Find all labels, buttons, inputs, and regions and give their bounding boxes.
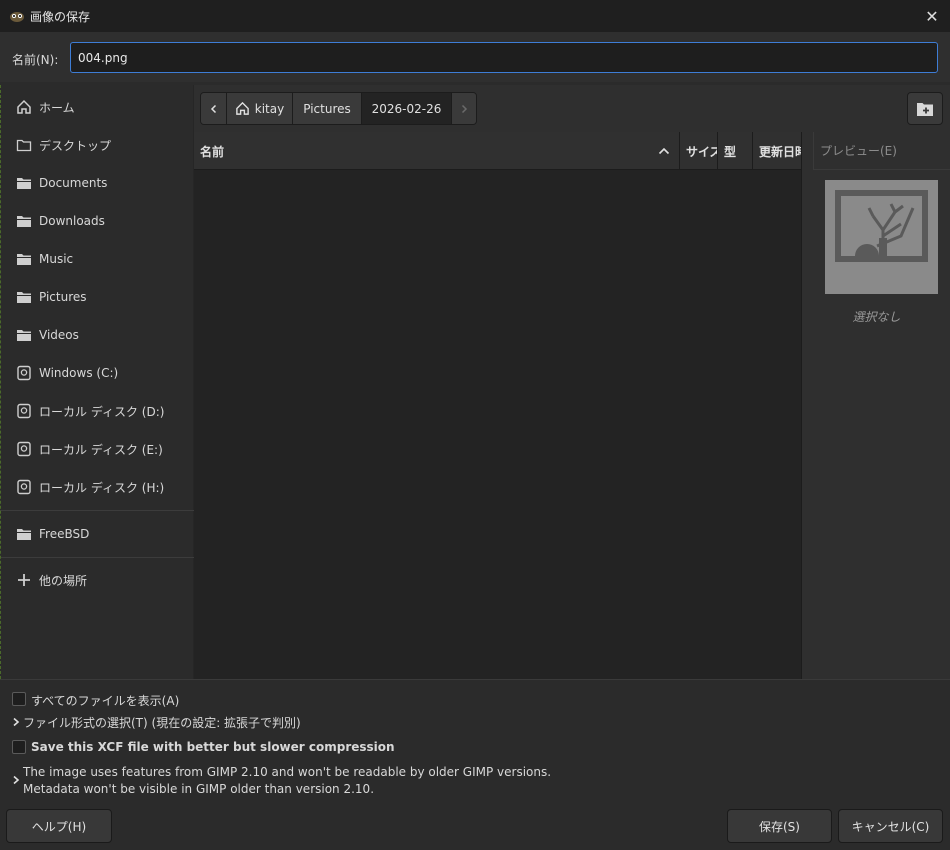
path-segment-label: kitay	[254, 101, 285, 116]
sidebar-item-music[interactable]: Music	[0, 242, 194, 276]
file-type-expander[interactable]: ファイル形式の選択(T) (現在の設定: 拡張子で判別)	[23, 714, 301, 731]
column-label: 型	[724, 144, 737, 159]
path-forward-button[interactable]	[452, 93, 476, 124]
file-list[interactable]: 名前 サイズ 型 更新日時	[194, 132, 801, 679]
path-segment-current[interactable]: 2026-02-26	[362, 93, 452, 124]
sidebar-item-drive-e[interactable]: ローカル ディスク (E:)	[0, 432, 194, 466]
path-segment-home[interactable]: kitay	[227, 93, 293, 124]
compat-notice-line1: The image uses features from GIMP 2.10 a…	[23, 765, 552, 779]
sidebar-item-label: Pictures	[39, 290, 87, 304]
breadcrumb: kitay Pictures 2026-02-26	[200, 92, 477, 125]
folder-icon	[17, 292, 31, 303]
drive-icon	[17, 441, 31, 457]
sidebar-item-label: Videos	[39, 328, 79, 342]
sidebar-item-label: ローカル ディスク (E:)	[39, 442, 163, 457]
sidebar-item-label: ローカル ディスク (H:)	[39, 480, 165, 495]
sidebar-separator	[0, 510, 194, 511]
sidebar-item-label: ローカル ディスク (D:)	[39, 404, 165, 419]
sidebar-item-pictures[interactable]: Pictures	[0, 280, 194, 314]
chevron-right-icon[interactable]	[11, 717, 21, 727]
name-row: 名前(N):	[0, 32, 950, 82]
path-segment-label: Pictures	[303, 101, 351, 116]
sidebar-item-label: Windows (C:)	[39, 366, 119, 380]
column-label: サイズ	[686, 144, 717, 159]
options-area: すべてのファイルを表示(A) ファイル形式の選択(T) (現在の設定: 拡張子で…	[0, 679, 950, 850]
sidebar-item-label: Documents	[39, 176, 108, 190]
gimp-app-icon	[10, 12, 24, 22]
path-back-button[interactable]	[201, 93, 227, 124]
sidebar-item-documents[interactable]: Documents	[0, 166, 194, 200]
better-compression-checkbox[interactable]	[12, 740, 26, 754]
folder-icon	[17, 330, 31, 341]
sidebar-item-label: FreeBSD	[39, 527, 90, 541]
chevron-right-icon[interactable]	[11, 775, 21, 785]
folder-icon	[17, 254, 31, 265]
window-title: 画像の保存	[30, 10, 91, 24]
title-bar: 画像の保存 ✕	[0, 0, 950, 32]
folder-outline-icon	[16, 139, 32, 152]
path-segment-pictures[interactable]: Pictures	[293, 93, 362, 124]
path-bar: kitay Pictures 2026-02-26	[194, 85, 950, 132]
filename-input[interactable]	[70, 42, 938, 73]
chevron-right-icon	[461, 104, 468, 113]
sidebar-item-label: デスクトップ	[39, 138, 112, 153]
cancel-button[interactable]: キャンセル(C)	[838, 809, 943, 843]
sidebar-item-label: 他の場所	[39, 573, 88, 588]
create-folder-button[interactable]	[907, 92, 943, 125]
show-all-files-label: すべてのファイルを表示(A)	[31, 694, 180, 708]
chevron-left-icon	[210, 104, 216, 113]
path-segment-label: 2026-02-26	[371, 101, 442, 116]
places-sidebar: ホーム デスクトップ Documents Downloads Music Pic…	[0, 85, 194, 679]
drive-icon	[17, 403, 31, 419]
preview-empty-text: 選択なし	[852, 310, 901, 324]
help-button[interactable]: ヘルプ(H)	[6, 809, 112, 843]
drive-icon	[17, 365, 31, 381]
sidebar-item-videos[interactable]: Videos	[0, 318, 194, 352]
column-header-modified[interactable]: 更新日時	[753, 132, 801, 170]
sidebar-item-home[interactable]: ホーム	[0, 90, 194, 124]
save-button[interactable]: 保存(S)	[727, 809, 832, 843]
sort-ascending-icon	[658, 147, 670, 155]
tree-image-icon	[835, 190, 928, 262]
preview-placeholder-image	[825, 180, 938, 294]
preview-header: プレビュー(E)	[813, 132, 950, 170]
sidebar-item-other-locations[interactable]: 他の場所	[0, 563, 194, 597]
home-icon	[235, 101, 249, 115]
compat-notice-line2: Metadata won't be visible in GIMP older …	[23, 782, 375, 796]
name-label: 名前(N):	[12, 53, 59, 67]
sidebar-resize-edge	[0, 85, 2, 679]
show-all-files-checkbox[interactable]	[12, 692, 26, 706]
sidebar-separator	[0, 557, 194, 558]
folder-icon	[17, 529, 31, 540]
column-header-name[interactable]: 名前	[194, 132, 680, 170]
column-header-size[interactable]: サイズ	[680, 132, 718, 170]
file-list-header: 名前 サイズ 型 更新日時	[194, 132, 801, 170]
sidebar-item-drive-h[interactable]: ローカル ディスク (H:)	[0, 470, 194, 504]
folder-icon	[17, 216, 31, 227]
new-folder-icon	[917, 102, 933, 116]
sidebar-item-label: ホーム	[39, 100, 75, 115]
sidebar-item-downloads[interactable]: Downloads	[0, 204, 194, 238]
plus-icon	[18, 574, 30, 586]
column-header-type[interactable]: 型	[718, 132, 753, 170]
sidebar-item-freebsd[interactable]: FreeBSD	[0, 517, 194, 551]
drive-icon	[17, 479, 31, 495]
sidebar-item-label: Downloads	[39, 214, 105, 228]
sidebar-item-drive-d[interactable]: ローカル ディスク (D:)	[0, 394, 194, 428]
column-label: 更新日時	[759, 144, 801, 159]
better-compression-label: Save this XCF file with better but slowe…	[31, 740, 395, 754]
home-icon	[17, 99, 31, 114]
sidebar-item-drive-c[interactable]: Windows (C:)	[0, 356, 194, 390]
folder-icon	[17, 178, 31, 189]
preview-pane: プレビュー(E) 選択なし	[801, 132, 950, 679]
close-button[interactable]: ✕	[920, 4, 944, 28]
sidebar-item-label: Music	[39, 252, 74, 266]
sidebar-item-desktop[interactable]: デスクトップ	[0, 128, 194, 162]
column-label: 名前	[200, 144, 225, 159]
close-icon: ✕	[925, 6, 939, 26]
